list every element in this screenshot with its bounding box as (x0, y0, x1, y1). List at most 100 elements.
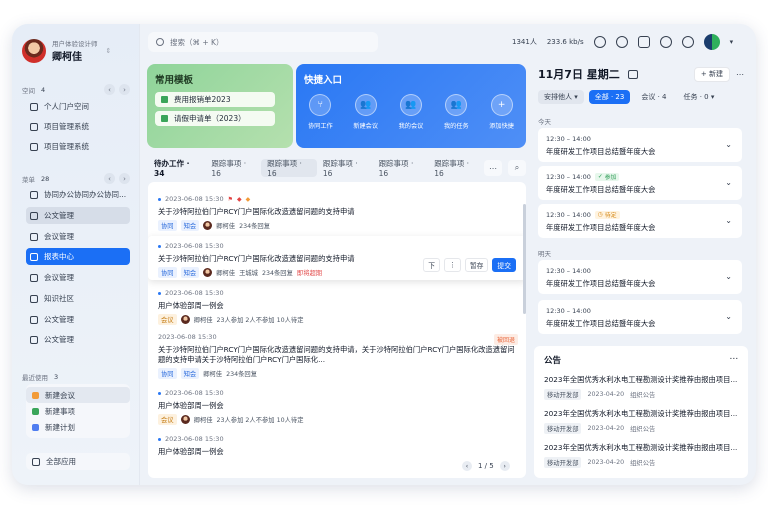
notice-item[interactable]: 2023年全国优秀水利水电工程勘测设计奖推荐由报由项目... 移动开发部 2023… (544, 409, 738, 434)
chevron-down-icon[interactable]: ▾ (730, 38, 734, 46)
submit-button[interactable]: 提交 (492, 258, 516, 272)
sidebar-item-docs[interactable]: 公文管理 (26, 207, 130, 224)
list-item[interactable]: 2023-06-08 15:30 用户体验部周一例会 (148, 434, 526, 457)
recent-item-meeting[interactable]: 新建会议 (26, 387, 130, 403)
more-icon[interactable]: ⋯ (730, 354, 739, 366)
apps-icon[interactable] (637, 36, 650, 48)
chat-icon[interactable] (593, 36, 606, 48)
contact-icon[interactable] (615, 36, 628, 48)
tab-tracking[interactable]: 跟踪事项 · 16 (428, 159, 484, 178)
sidebar-item-cowork[interactable]: 协同办公协同办公协同... (26, 186, 130, 203)
tab-tracking[interactable]: 跟踪事项 · 16 (373, 159, 429, 178)
notice-item-title: 2023年全国优秀水利水电工程勘测设计奖推荐由报由项目... (544, 375, 738, 384)
recent-item-task[interactable]: 新建事项 (26, 403, 130, 419)
template-item[interactable]: 费用报销单2023 (155, 92, 275, 107)
sidebar-item-project[interactable]: 项目管理系统 (26, 138, 130, 155)
sidebar-item-meeting[interactable]: 会议管理 (26, 269, 130, 286)
calendar-event[interactable]: 12:30 – 14:00 年度研发工作项目总结暨年度大会 ⌄ (538, 300, 742, 334)
notice-item[interactable]: 2023年全国优秀水利水电工程勘测设计奖推荐由报由项目... 移动开发部 2023… (544, 443, 738, 468)
more-icon[interactable]: ⋯ (736, 70, 744, 79)
avatar[interactable] (22, 38, 46, 63)
chevron-down-icon[interactable]: ⌄ (725, 178, 732, 187)
section-recent: 最近使用 3 (22, 372, 130, 382)
filter-arrange-others[interactable]: 安排他人 ▾ (538, 90, 584, 104)
filter-task[interactable]: 任务 · 0 ▾ (677, 90, 720, 104)
quick-entry-card: 快捷入口 ⑂ 协同工作 👥 新建会议 👥 我的会议 👥 我的任务 + 添加快捷 (296, 64, 526, 148)
next-icon[interactable]: › (119, 173, 130, 184)
next-icon[interactable]: › (119, 84, 130, 95)
sidebar-item-label: 公文管理 (44, 211, 74, 220)
section-label: 空间 (22, 86, 35, 95)
status-badge: ◷ 待定 (594, 210, 620, 219)
list-item[interactable]: 2023-06-08 15:30 ⚑ ◆ ◆ 关于沙特阿拉伯门户RCY门户国际化改造遗… (148, 194, 526, 231)
more-button[interactable]: ⋮ (444, 258, 461, 272)
tab-tracking[interactable]: 跟踪事项 · 16 (261, 159, 317, 178)
new-event-button[interactable]: + 新建 (693, 66, 730, 82)
chevron-icon[interactable]: ⇕ (106, 47, 112, 55)
sidebar-item-meeting[interactable]: 会议管理 (26, 228, 130, 245)
tab-tracking[interactable]: 跟踪事项 · 16 (317, 159, 373, 178)
chevron-down-icon[interactable]: ⌄ (725, 312, 732, 321)
sidebar-item-reports[interactable]: 报表中心 (26, 248, 130, 265)
item-date: 2023-06-08 15:30 (165, 435, 224, 443)
filter-meeting[interactable]: 会议 · 4 (635, 90, 672, 104)
item-tag: 知会 (180, 220, 200, 231)
chevron-down-icon[interactable]: ⌄ (725, 216, 732, 225)
form-icon (161, 96, 168, 103)
section-count: 4 (41, 85, 46, 94)
sidebar-item-knowledge[interactable]: 知识社区 (26, 290, 130, 307)
list-item[interactable]: 被回退 2023-06-08 15:30 关于沙特阿拉伯门户RCY门户国际化改造… (148, 332, 526, 379)
recent-list: 新建会议 新建事项 新建计划 (26, 384, 130, 438)
calendar-icon[interactable] (627, 69, 638, 79)
item-person: 卿柯佳 (193, 317, 213, 324)
save-draft-button[interactable]: 暂存 (464, 258, 489, 272)
prev-page-icon[interactable]: ‹ (462, 461, 472, 471)
cowork-icon: ⑂ (309, 94, 332, 116)
list-item[interactable]: 2023-06-08 15:30 用户体验部周一例会 会议 卿柯佳 23人参加 2人… (148, 388, 526, 425)
prev-icon[interactable]: ‹ (104, 173, 115, 184)
notice-item-title: 2023年全国优秀水利水电工程勘测设计奖推荐由报由项目... (544, 409, 738, 418)
quick-item-add[interactable]: + 添加快捷 (489, 94, 514, 130)
list-item[interactable]: 2023-06-08 15:30 关于沙特阿拉伯门户RCY门户国际化改造遗留问题… (148, 236, 526, 280)
list-item[interactable]: 2023-06-08 15:30 用户体验部周一例会 会议 卿柯佳 23人参加 2人… (148, 288, 526, 325)
sidebar-item-portal[interactable]: 个人门户空间 (26, 98, 130, 115)
calendar-event[interactable]: 12:30 – 14:00 年度研发工作项目总结暨年度大会 ⌄ (538, 128, 742, 162)
headset-icon[interactable] (659, 36, 672, 48)
sidebar-item-docs[interactable]: 公文管理 (26, 311, 130, 328)
avatar (203, 221, 213, 230)
notice-date: 2023-04-20 (587, 459, 625, 466)
chevron-down-icon[interactable]: ⌄ (725, 140, 732, 149)
template-item[interactable]: 请假申请单（2023） (155, 111, 275, 126)
recent-item-plan[interactable]: 新建计划 (26, 419, 130, 435)
section-label: 菜单 (22, 175, 35, 184)
prev-icon[interactable]: ‹ (104, 84, 115, 95)
more-icon[interactable]: ⋯ (484, 160, 502, 176)
calendar-event[interactable]: 12:30 – 14:00 ◷ 待定 年度研发工作项目总结暨年度大会 ⌄ (538, 204, 742, 238)
clock-icon: ◷ (597, 211, 603, 218)
filter-all[interactable]: 全部 · 23 (588, 90, 631, 104)
event-name: 年度研发工作项目总结暨年度大会 (546, 185, 656, 194)
all-apps-button[interactable]: 全部应用 (26, 453, 130, 470)
next-page-icon[interactable]: › (499, 461, 510, 471)
quick-item-my-task[interactable]: 👥 我的任务 (444, 94, 469, 130)
quick-item-cowork[interactable]: ⑂ 协同工作 (308, 94, 333, 130)
day-label: 今天 (538, 118, 551, 126)
tab-tracking[interactable]: 跟踪事项 · 16 (205, 159, 261, 178)
quick-item-new-meeting[interactable]: 👥 新建会议 (353, 94, 378, 130)
sidebar-item-docs[interactable]: 公文管理 (26, 331, 130, 348)
settings-icon[interactable] (681, 36, 694, 48)
calendar-event[interactable]: 12:30 – 14:00 ✓ 参加 年度研发工作项目总结暨年度大会 ⌄ (538, 166, 742, 200)
pin-button[interactable]: 下 (423, 258, 441, 272)
notice-item[interactable]: 2023年全国优秀水利水电工程勘测设计奖推荐由报由项目... 移动开发部 2023… (544, 375, 738, 400)
meeting-icon (32, 391, 39, 399)
quick-item-my-meeting[interactable]: 👥 我的会议 (399, 94, 423, 130)
chevron-down-icon[interactable]: ⌄ (725, 272, 732, 281)
search-input[interactable]: 搜索（⌘ + K） (148, 32, 378, 52)
brand-logo[interactable] (703, 34, 720, 50)
scrollbar[interactable] (523, 204, 526, 314)
user-profile[interactable]: 用户体验设计师 卿柯佳 ⇕ (22, 38, 111, 63)
calendar-event[interactable]: 12:30 – 14:00 年度研发工作项目总结暨年度大会 ⌄ (538, 260, 742, 294)
tab-todo[interactable]: 待办工作 · 34 (148, 159, 205, 178)
sidebar-item-project[interactable]: 项目管理系统 (26, 118, 130, 135)
search-icon[interactable]: ⌕ (508, 160, 526, 176)
